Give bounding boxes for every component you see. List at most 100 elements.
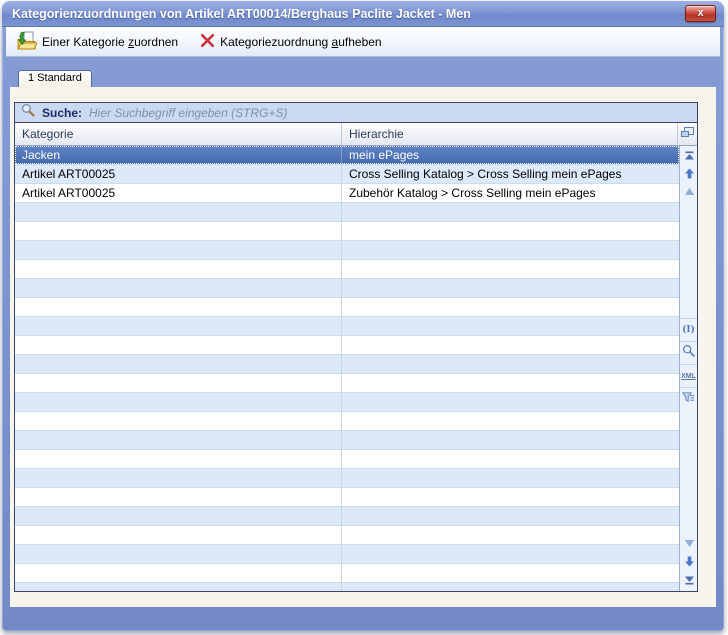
cell-hierarchie: [342, 241, 679, 259]
table-row[interactable]: Jackenmein ePages: [15, 146, 679, 165]
close-icon: x: [697, 7, 703, 19]
tab-standard-label: 1 Standard: [28, 72, 82, 84]
grid-search-icon: [682, 344, 695, 362]
cell-kategorie: [15, 298, 342, 316]
cell-hierarchie: Cross Selling Katalog > Cross Selling me…: [342, 165, 679, 183]
cell-kategorie: [15, 355, 342, 373]
search-icon: [21, 103, 35, 122]
cell-hierarchie: [342, 564, 679, 582]
cell-kategorie: [15, 336, 342, 354]
search-bar[interactable]: Suche: Hier Suchbegriff eingeben (STRG+S…: [15, 103, 697, 123]
cell-kategorie: [15, 488, 342, 506]
cell-hierarchie: [342, 583, 679, 591]
cell-hierarchie: [342, 431, 679, 449]
table-row[interactable]: Artikel ART00025Cross Selling Katalog > …: [15, 165, 679, 184]
cell-kategorie: [15, 545, 342, 563]
table-row-empty[interactable]: [15, 241, 679, 260]
cell-hierarchie: [342, 526, 679, 544]
filter-button[interactable]: [680, 387, 697, 410]
column-header-hierarchie[interactable]: Hierarchie: [342, 123, 677, 145]
page-up-button[interactable]: [680, 166, 697, 181]
table-row-empty[interactable]: [15, 279, 679, 298]
table-row-empty[interactable]: [15, 393, 679, 412]
record-count-button[interactable]: (I): [680, 318, 697, 341]
table-row-empty[interactable]: [15, 203, 679, 222]
xml-export-button[interactable]: XML: [680, 364, 697, 387]
table-row-empty[interactable]: [15, 355, 679, 374]
scroll-to-bottom-button[interactable]: [680, 572, 697, 587]
remove-assignment-label: Kategoriezuordnung aufheben: [220, 35, 382, 49]
search-label: Suche:: [42, 106, 82, 120]
table-row-empty[interactable]: [15, 469, 679, 488]
cell-kategorie: [15, 450, 342, 468]
grid-side-strip: (I) XML: [679, 146, 697, 591]
scroll-to-top-button[interactable]: [680, 148, 697, 163]
cell-hierarchie: [342, 393, 679, 411]
cell-kategorie: [15, 260, 342, 278]
cell-kategorie: [15, 564, 342, 582]
cell-kategorie: [15, 393, 342, 411]
tab-standard[interactable]: 1 Standard: [18, 70, 92, 87]
table-row-empty[interactable]: [15, 488, 679, 507]
table-row-empty[interactable]: [15, 222, 679, 241]
cell-kategorie: Artikel ART00025: [15, 165, 342, 183]
assign-category-label: Einer Kategorie zuordnen: [42, 35, 178, 49]
cell-hierarchie: [342, 355, 679, 373]
table-row-empty[interactable]: [15, 564, 679, 583]
cell-kategorie: [15, 222, 342, 240]
cell-kategorie: [15, 203, 342, 221]
cell-hierarchie: [342, 450, 679, 468]
row-down-button[interactable]: [680, 536, 697, 551]
cell-kategorie: [15, 469, 342, 487]
remove-assignment-button[interactable]: Kategoriezuordnung aufheben: [200, 33, 382, 51]
grid-search-button[interactable]: [680, 341, 697, 364]
assign-category-icon: [16, 31, 37, 53]
page-down-button[interactable]: [680, 554, 697, 569]
cell-hierarchie: [342, 279, 679, 297]
table-row-empty[interactable]: [15, 526, 679, 545]
cell-kategorie: [15, 412, 342, 430]
cell-kategorie: Artikel ART00025: [15, 184, 342, 202]
filter-icon: [682, 390, 695, 408]
table-row-empty[interactable]: [15, 336, 679, 355]
cell-kategorie: [15, 317, 342, 335]
table-row-empty[interactable]: [15, 298, 679, 317]
cell-kategorie: [15, 583, 342, 591]
remove-assignment-icon: [200, 33, 215, 51]
cell-kategorie: [15, 507, 342, 525]
table-row-empty[interactable]: [15, 431, 679, 450]
column-chooser-button[interactable]: [677, 123, 697, 145]
xml-export-icon: XML: [681, 373, 696, 380]
row-up-button[interactable]: [680, 184, 697, 199]
cell-hierarchie: [342, 374, 679, 392]
cell-kategorie: Jacken: [15, 146, 342, 164]
strip-tools-group: (I) XML: [680, 318, 697, 410]
table-row[interactable]: Artikel ART00025Zubehör Katalog > Cross …: [15, 184, 679, 203]
cell-hierarchie: [342, 260, 679, 278]
table-row-empty[interactable]: [15, 450, 679, 469]
table-row-empty[interactable]: [15, 583, 679, 591]
cell-hierarchie: [342, 545, 679, 563]
table-row-empty[interactable]: [15, 507, 679, 526]
close-button[interactable]: x: [685, 5, 716, 22]
cell-hierarchie: [342, 298, 679, 316]
table-row-empty[interactable]: [15, 374, 679, 393]
table-row-empty[interactable]: [15, 260, 679, 279]
strip-top-group: [680, 148, 697, 199]
window-title: Kategorienzuordnungen von Artikel ART000…: [12, 7, 471, 21]
column-header-kategorie[interactable]: Kategorie: [15, 123, 342, 145]
table-rows: Jackenmein ePagesArtikel ART00025Cross S…: [15, 146, 679, 591]
table-row-empty[interactable]: [15, 317, 679, 336]
cell-hierarchie: Zubehör Katalog > Cross Selling mein ePa…: [342, 184, 679, 202]
cell-hierarchie: [342, 203, 679, 221]
cell-kategorie: [15, 431, 342, 449]
title-bar[interactable]: Kategorienzuordnungen von Artikel ART000…: [2, 1, 724, 27]
cell-hierarchie: [342, 336, 679, 354]
table-row-empty[interactable]: [15, 545, 679, 564]
dialog-window: Kategorienzuordnungen von Artikel ART000…: [2, 1, 724, 631]
cell-hierarchie: [342, 412, 679, 430]
search-input[interactable]: Hier Suchbegriff eingeben (STRG+S): [89, 106, 287, 120]
table-row-empty[interactable]: [15, 412, 679, 431]
assign-category-button[interactable]: Einer Kategorie zuordnen: [16, 31, 178, 53]
cell-kategorie: [15, 526, 342, 544]
